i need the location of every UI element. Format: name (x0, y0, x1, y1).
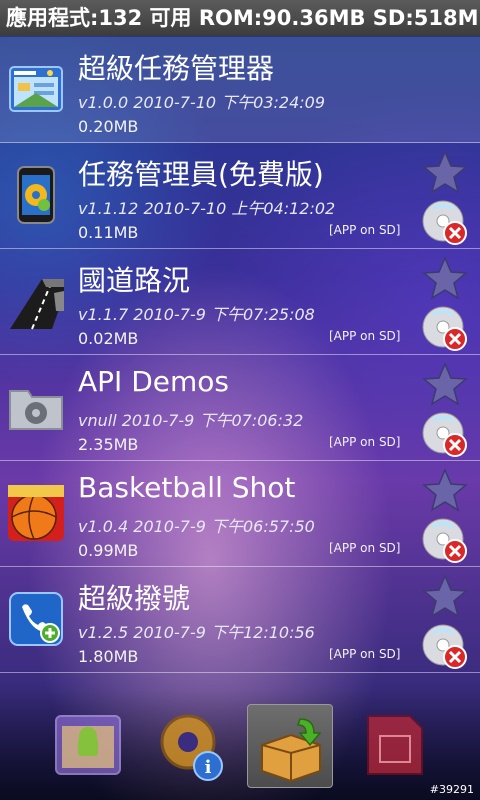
app-row[interactable]: 超級任務管理器 v1.0.0 2010-7-10 下午03:24:09 0.20… (0, 37, 480, 143)
app-on-sd-label: [APP on SD] (329, 329, 401, 343)
app-name: 超級任務管理器 (78, 52, 275, 85)
phone-gear-icon (17, 166, 55, 224)
uninstall-disc-icon[interactable] (421, 305, 469, 353)
android-apps-window-icon (55, 715, 121, 775)
app-size: 0.02MB (78, 329, 139, 348)
app-row[interactable]: 超級撥號 v1.2.5 2010-7-9 下午12:10:56 1.80MB [… (0, 567, 480, 673)
task-manager-window-icon (9, 66, 63, 112)
app-name: 國道路況 (78, 264, 191, 297)
app-size: 0.20MB (78, 117, 139, 136)
gear-info-icon: i (160, 714, 223, 781)
app-row[interactable]: Basketball Shot v1.0.4 2010-7-9 下午06:57:… (0, 461, 480, 567)
app-on-sd-label: [APP on SD] (329, 223, 401, 237)
bottom-tab-bar: i (0, 690, 480, 800)
app-list: 超級任務管理器 v1.0.0 2010-7-10 下午03:24:09 0.20… (0, 37, 480, 673)
svg-text:i: i (205, 757, 212, 778)
uninstall-disc-icon[interactable] (421, 411, 469, 459)
app-row[interactable]: API Demos vnull 2010-7-9 下午07:06:32 2.35… (0, 355, 480, 461)
app-name: API Demos (78, 365, 229, 398)
app-size: 0.11MB (78, 223, 139, 242)
app-row[interactable]: 任務管理員(免費版) v1.1.12 2010-7-10 上午04:12:02 … (0, 143, 480, 249)
app-size: 0.99MB (78, 541, 139, 560)
basketball-icon (8, 485, 64, 541)
favorite-star-icon[interactable] (421, 255, 469, 301)
status-text: 應用程式:132 可用 ROM:90.36MB SD:518MB (6, 6, 480, 30)
tab-app-info[interactable]: i (150, 704, 236, 788)
app-size: 2.35MB (78, 435, 139, 454)
favorite-star-icon[interactable] (421, 149, 469, 195)
uninstall-disc-icon[interactable] (421, 623, 469, 671)
app-version: v1.2.5 2010-7-9 下午12:10:56 (78, 623, 315, 642)
tab-sd-card[interactable] (352, 704, 438, 788)
app-row[interactable]: 國道路況 v1.1.7 2010-7-9 下午07:25:08 0.02MB [… (0, 249, 480, 355)
app-name: 超級撥號 (78, 582, 191, 615)
app-name: Basketball Shot (78, 471, 296, 504)
watermark: #39291 (429, 783, 474, 796)
uninstall-disc-icon[interactable] (421, 517, 469, 565)
app-on-sd-label: [APP on SD] (329, 541, 401, 555)
app-version: v1.0.0 2010-7-10 下午03:24:09 (78, 93, 326, 112)
app-version: v1.0.4 2010-7-9 下午06:57:50 (78, 517, 315, 536)
uninstall-disc-icon[interactable] (421, 199, 469, 247)
favorite-star-icon[interactable] (421, 573, 469, 619)
app-on-sd-label: [APP on SD] (329, 647, 401, 661)
sd-card-icon (367, 715, 423, 775)
tab-install[interactable] (247, 704, 333, 788)
status-bar: 應用程式:132 可用 ROM:90.36MB SD:518MB (0, 0, 480, 36)
app-version: v1.1.12 2010-7-10 上午04:12:02 (78, 199, 336, 218)
app-version: v1.1.7 2010-7-9 下午07:25:08 (78, 305, 315, 324)
app-version: vnull 2010-7-9 下午07:06:32 (78, 411, 304, 430)
folder-gear-icon (9, 390, 63, 430)
install-box-icon (261, 718, 322, 783)
app-on-sd-label: [APP on SD] (329, 435, 401, 449)
highway-road-icon (10, 279, 64, 330)
app-name: 任務管理員(免費版) (78, 158, 324, 191)
app-size: 1.80MB (78, 647, 139, 666)
favorite-star-icon[interactable] (421, 361, 469, 407)
favorite-star-icon[interactable] (421, 467, 469, 513)
phone-dialer-icon (9, 592, 63, 646)
tab-apps[interactable] (48, 704, 134, 788)
